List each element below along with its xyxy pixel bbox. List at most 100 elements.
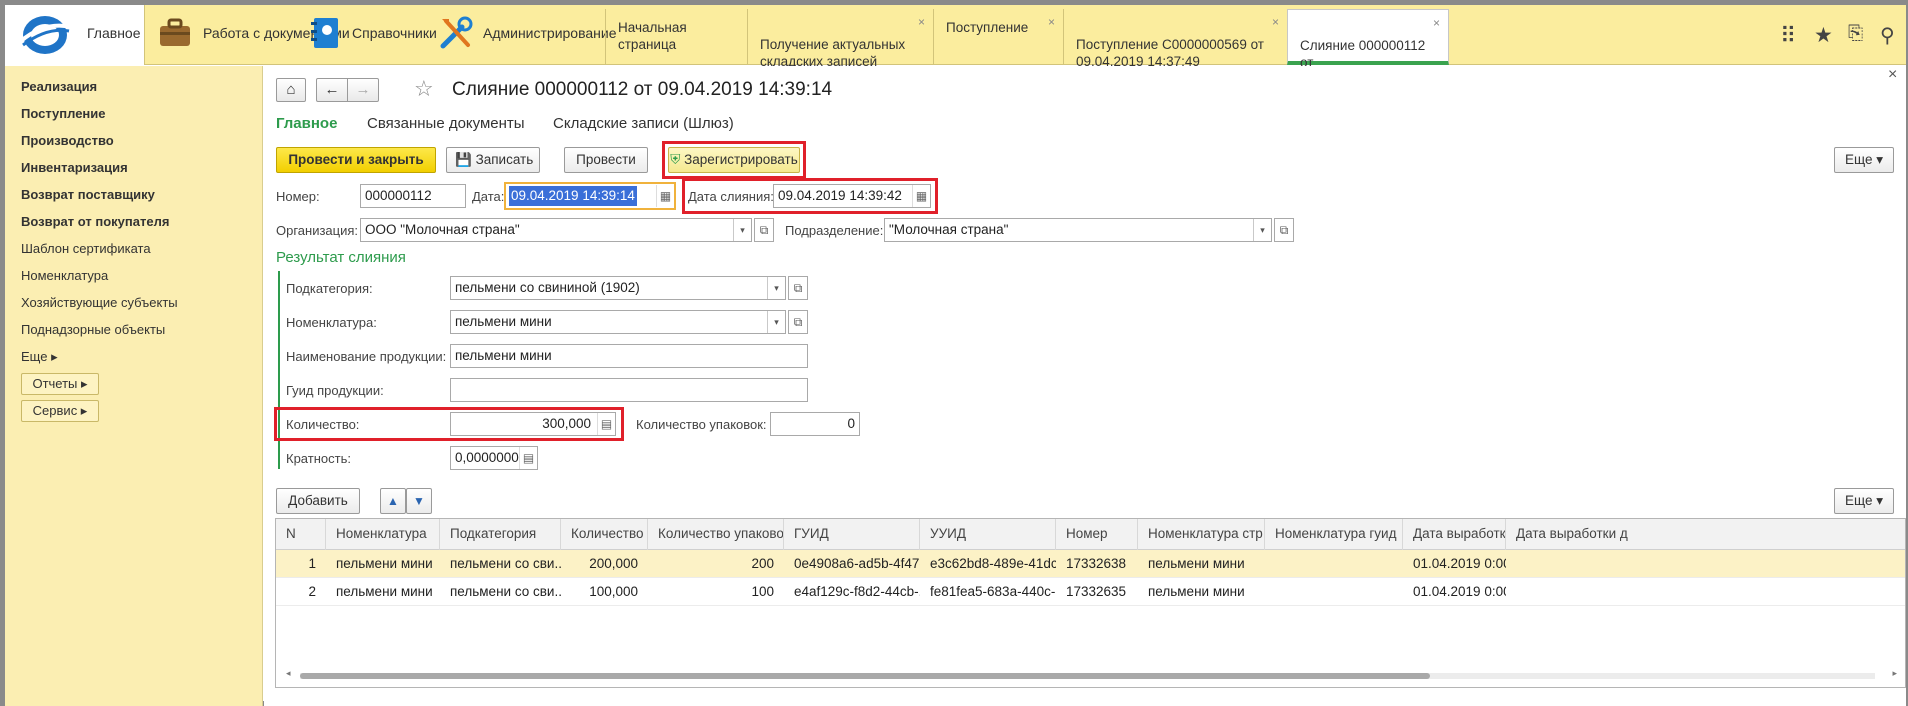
multiplicity-field[interactable]: 0,0000000 ▤ (450, 446, 538, 470)
chevron-down-icon[interactable]: ▾ (733, 219, 751, 241)
sidebar-item-receipts[interactable]: Поступление (21, 106, 106, 121)
open-nomenclature-button[interactable]: ⧉ (788, 310, 808, 334)
open-subcategory-button[interactable]: ⧉ (788, 276, 808, 300)
post-button[interactable]: Провести (564, 147, 648, 173)
column-header[interactable]: Дата выработки (1403, 519, 1506, 550)
forward-button[interactable]: → (347, 78, 379, 102)
home-button[interactable]: ⌂ (276, 78, 306, 102)
cell-number: 17332638 (1066, 556, 1127, 571)
subcategory-value: пельмени со свининой (1902) (455, 280, 640, 295)
nomenclature-field[interactable]: пельмени мини ▾ (450, 310, 786, 334)
arrow-up-icon: ▲ (387, 494, 399, 508)
app-logo-icon (19, 16, 72, 54)
column-header[interactable]: Номенклатура стр (1138, 519, 1265, 550)
subcategory-field[interactable]: пельмени со свининой (1902) ▾ (450, 276, 786, 300)
service-button[interactable]: Сервис ▸ (21, 400, 99, 422)
column-header[interactable]: Количество (561, 519, 648, 550)
open-organization-button[interactable]: ⧉ (754, 218, 774, 242)
subtab-related-docs[interactable]: Связанные документы (367, 115, 525, 132)
home-icon: ⌂ (286, 81, 296, 98)
search-icon[interactable]: ⚲ (1880, 23, 1895, 48)
close-form-icon[interactable]: × (1888, 66, 1897, 84)
tab-merge-doc[interactable]: Слияние 000000112 от 09.04.2019 14:39:14… (1287, 9, 1449, 87)
subtab-main[interactable]: Главное (276, 115, 337, 132)
sidebar-item-nomenclature[interactable]: Номенклатура (21, 268, 108, 283)
open-department-button[interactable]: ⧉ (1274, 218, 1294, 242)
close-icon[interactable]: × (1272, 14, 1279, 31)
move-down-button[interactable]: ▼ (406, 488, 432, 514)
tab-get-warehouse-records[interactable]: Получение актуальных складских записей × (747, 9, 933, 69)
sidebar-item-inventory[interactable]: Инвентаризация (21, 160, 128, 175)
post-and-close-button[interactable]: Провести и закрыть (276, 147, 436, 173)
grid-icon[interactable]: ⠿ (1780, 23, 1796, 49)
calendar-icon[interactable]: ▦ (656, 185, 674, 207)
column-header[interactable]: N (276, 519, 326, 550)
column-header[interactable]: Номенклатура (326, 519, 440, 550)
close-icon[interactable]: × (918, 14, 925, 31)
cell-number: 17332635 (1066, 584, 1127, 599)
product-name-field[interactable]: пельмени мини (450, 344, 808, 368)
tab-start-page[interactable]: Начальная страница (605, 9, 747, 65)
section-administration[interactable]: Администрирование (483, 25, 617, 41)
table-row[interactable]: 1 пельмени мини пельмени со сви... 200,0… (276, 550, 1905, 578)
scroll-left-icon[interactable]: ◂ (286, 668, 291, 679)
organization-label: Организация: (276, 223, 359, 238)
sidebar-item-more[interactable]: Еще ▸ (21, 349, 58, 365)
table-row[interactable]: 2 пельмени мини пельмени со сви... 100,0… (276, 578, 1905, 606)
tab-receipts[interactable]: Поступление × (933, 9, 1063, 65)
section-catalogs[interactable]: Справочники (352, 25, 437, 41)
more-button[interactable]: Еще ▾ (1834, 147, 1894, 173)
sidebar-item-sales[interactable]: Реализация (21, 79, 97, 94)
sidebar-item-supervised-objects[interactable]: Поднадзорные объекты (21, 322, 165, 337)
product-guid-field[interactable] (450, 378, 808, 402)
department-field[interactable]: "Молочная страна" ▾ (884, 218, 1272, 242)
organization-field[interactable]: ООО "Молочная страна" ▾ (360, 218, 752, 242)
column-header[interactable]: Подкатегория (440, 519, 561, 550)
calculator-icon[interactable]: ▤ (519, 447, 537, 469)
move-up-button[interactable]: ▲ (380, 488, 406, 514)
save-button[interactable]: 💾 Записать (446, 147, 540, 173)
back-button[interactable]: ← (316, 78, 348, 102)
arrow-left-icon: ← (324, 81, 340, 98)
add-row-button[interactable]: Добавить (276, 488, 360, 514)
sidebar-item-return-customer[interactable]: Возврат от покупателя (21, 214, 169, 229)
cell-quantity: 100,000 (589, 584, 638, 599)
scrollbar-thumb[interactable] (300, 673, 1430, 679)
tools-icon (440, 16, 473, 49)
scroll-right-icon[interactable]: ▸ (1892, 668, 1897, 679)
sidebar-item-return-supplier[interactable]: Возврат поставщику (21, 187, 155, 202)
table-more-button[interactable]: Еще ▾ (1834, 488, 1894, 514)
date-field[interactable]: 09.04.2019 14:39:14 ▦ (504, 182, 676, 210)
organization-value: ООО "Молочная страна" (365, 222, 520, 237)
subtab-warehouse-records[interactable]: Складские записи (Шлюз) (553, 115, 734, 132)
section-main[interactable]: Главное (5, 5, 145, 65)
sidebar-item-production[interactable]: Производство (21, 133, 114, 148)
sidebar-item-business-entities[interactable]: Хозяйствующие субъекты (21, 295, 178, 310)
column-header[interactable]: Дата выработки д (1506, 519, 1905, 550)
history-icon[interactable]: ⎘ (1848, 23, 1863, 45)
column-header[interactable]: УУИД (920, 519, 1056, 550)
favorite-star-icon[interactable]: ☆ (414, 76, 434, 102)
cell-production-date-d (1506, 578, 1905, 606)
nomenclature-value: пельмени мини (455, 314, 552, 329)
highlight-quantity (274, 407, 624, 441)
close-icon[interactable]: × (1048, 14, 1055, 31)
column-header[interactable]: Номер (1056, 519, 1138, 550)
cell-nomenclature: пельмени мини (336, 556, 433, 571)
star-icon[interactable]: ★ (1814, 23, 1833, 48)
chevron-down-icon[interactable]: ▾ (767, 311, 785, 333)
close-icon[interactable]: × (1433, 15, 1440, 32)
packages-field[interactable]: 0 (770, 412, 860, 436)
cell-nomenclature-str: пельмени мини (1148, 556, 1245, 571)
column-header[interactable]: Номенклатура гуид (1265, 519, 1403, 550)
tab-receipt-doc[interactable]: Поступление С0000000569 от 09.04.2019 14… (1063, 9, 1287, 69)
chevron-down-icon[interactable]: ▾ (767, 277, 785, 299)
reports-button[interactable]: Отчеты ▸ (21, 373, 99, 395)
cell-quantity: 200,000 (589, 556, 638, 571)
sidebar-item-cert-template[interactable]: Шаблон сертификата (21, 241, 151, 256)
column-header[interactable]: ГУИД (784, 519, 920, 550)
chevron-down-icon[interactable]: ▾ (1253, 219, 1271, 241)
horizontal-scrollbar[interactable]: ◂ ▸ (286, 668, 1897, 681)
number-field[interactable]: 000000112 (360, 184, 466, 208)
column-header[interactable]: Количество упаковок (648, 519, 784, 550)
